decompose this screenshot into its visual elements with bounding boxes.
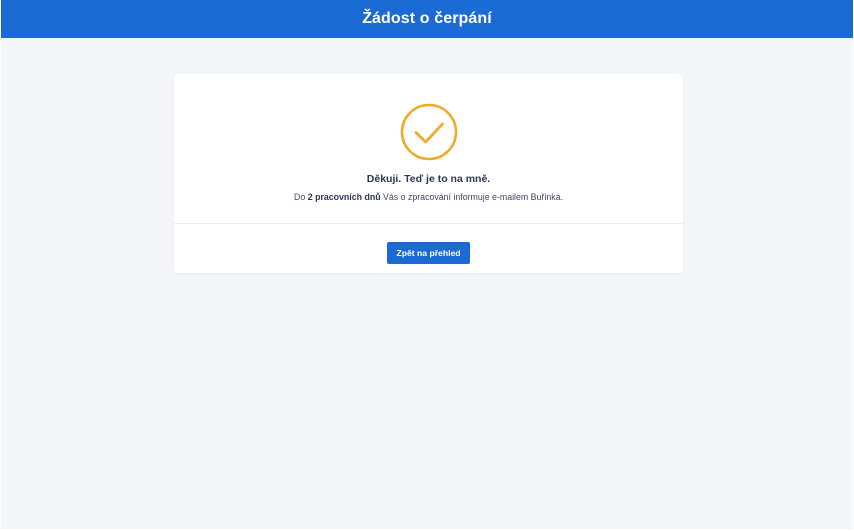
confirmation-footer: Zpět na přehled: [174, 224, 683, 273]
page-title: Žádost o čerpání: [362, 10, 492, 27]
confirmation-headline: Děkuji. Teď je to na mně.: [366, 173, 491, 185]
message-suffix: Vás o zpracování informuje e-mailem Buři…: [380, 192, 563, 202]
message-prefix: Do: [294, 192, 308, 202]
message-deadline: 2 pracovních dnů: [307, 192, 381, 202]
confirmation-body: Děkuji. Teď je to na mně. Do 2 pracovníc…: [174, 74, 683, 224]
app-window: Žádost o čerpání Děkuji. Teď je to na mn…: [1, 0, 853, 529]
back-to-overview-button[interactable]: Zpět na přehled: [387, 242, 470, 264]
page-header: Žádost o čerpání: [1, 0, 853, 38]
confirmation-card: Děkuji. Teď je to na mně. Do 2 pracovníc…: [174, 74, 683, 273]
check-circle-icon: [400, 103, 458, 161]
confirmation-message: Do 2 pracovních dnů Vás o zpracování inf…: [174, 192, 683, 202]
